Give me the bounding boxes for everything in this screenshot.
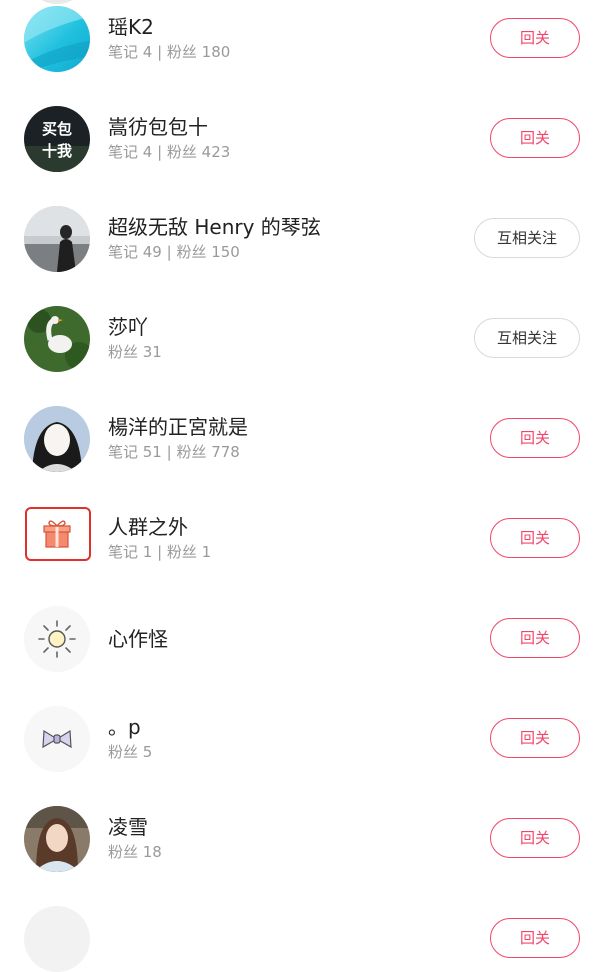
mutual-follow-button[interactable]: 互相关注 [474, 318, 580, 358]
avatar[interactable] [24, 806, 90, 872]
list-item[interactable]: 。p 粉丝 5 回关 [0, 670, 600, 772]
avatar[interactable] [24, 206, 90, 272]
user-name[interactable]: 超级无敌 Henry 的琴弦 [108, 214, 468, 240]
user-name[interactable]: 心作怪 [108, 626, 168, 652]
user-meta: 笔记 4 | 粉丝 423 [108, 143, 231, 161]
avatar[interactable] [24, 706, 90, 772]
user-name[interactable]: 凌雪 [108, 814, 468, 840]
bow-icon [24, 706, 90, 772]
follow-back-button[interactable]: 回关 [490, 618, 580, 658]
user-name[interactable]: 人群之外 [108, 514, 468, 540]
user-meta: 笔记 51 | 粉丝 778 [108, 443, 240, 461]
follow-back-button[interactable]: 回关 [490, 18, 580, 58]
avatar[interactable] [24, 406, 90, 472]
list-item[interactable]: 人群之外 笔记 1 | 粉丝 1 回关 [0, 470, 600, 570]
gift-icon [43, 520, 71, 548]
avatar[interactable]: 买包 十我 [24, 106, 90, 172]
user-meta: 粉丝 18 [108, 843, 162, 861]
user-name[interactable]: 嵩彷包包十 [108, 114, 468, 140]
follower-list: 瑶K2 笔记 4 | 粉丝 180 回关 买包 十我 嵩彷包包十 笔记 4 | … [0, 0, 600, 972]
list-item[interactable]: 回关 [0, 870, 600, 972]
user-name[interactable]: 莎吖 [108, 314, 468, 340]
list-item[interactable]: 心作怪 回关 [0, 570, 600, 672]
user-meta: 笔记 4 | 粉丝 180 [108, 43, 231, 61]
follow-back-button[interactable]: 回关 [490, 918, 580, 958]
user-meta: 粉丝 5 [108, 743, 153, 761]
follow-back-button[interactable]: 回关 [490, 718, 580, 758]
user-name[interactable]: 楊洋的正宮就是 [108, 414, 468, 440]
list-item[interactable]: 楊洋的正宮就是 笔记 51 | 粉丝 778 回关 [0, 370, 600, 472]
user-meta: 笔记 49 | 粉丝 150 [108, 243, 240, 261]
list-item[interactable]: 超级无敌 Henry 的琴弦 笔记 49 | 粉丝 150 互相关注 [0, 170, 600, 272]
avatar[interactable] [25, 507, 91, 561]
avatar[interactable] [24, 906, 90, 972]
user-meta: 笔记 1 | 粉丝 1 [108, 543, 212, 561]
list-item[interactable]: 买包 十我 嵩彷包包十 笔记 4 | 粉丝 423 回关 [0, 70, 600, 172]
avatar-text-line1: 买包 [42, 120, 72, 138]
avatar[interactable] [24, 606, 90, 672]
avatar[interactable] [24, 6, 90, 72]
avatar-text-line2: 十我 [42, 142, 72, 160]
list-item[interactable]: 凌雪 粉丝 18 回关 [0, 770, 600, 872]
follow-back-button[interactable]: 回关 [490, 418, 580, 458]
follow-back-button[interactable]: 回关 [490, 118, 580, 158]
list-item[interactable]: 莎吖 粉丝 31 互相关注 [0, 270, 600, 372]
follow-back-button[interactable]: 回关 [490, 818, 580, 858]
user-meta: 粉丝 31 [108, 343, 162, 361]
follow-back-button[interactable]: 回关 [490, 518, 580, 558]
sun-icon [24, 606, 90, 672]
user-name[interactable]: 瑶K2 [108, 14, 468, 40]
mutual-follow-button[interactable]: 互相关注 [474, 218, 580, 258]
list-item[interactable]: 瑶K2 笔记 4 | 粉丝 180 回关 [0, 0, 600, 72]
user-name[interactable]: 。p [108, 714, 468, 740]
avatar[interactable] [24, 306, 90, 372]
